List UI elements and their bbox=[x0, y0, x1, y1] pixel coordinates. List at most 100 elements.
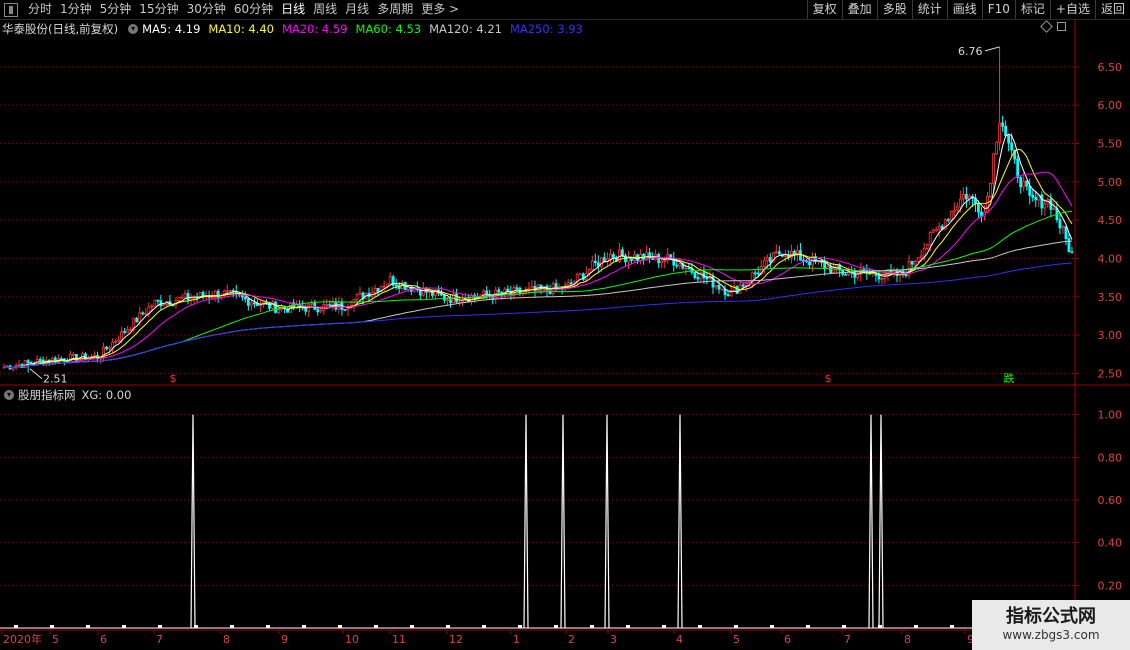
xg-baseline-dot bbox=[230, 625, 234, 628]
price-tick-label: 4.50 bbox=[1098, 214, 1123, 227]
candle-body bbox=[904, 274, 908, 277]
candle-body bbox=[331, 302, 335, 306]
candle-body bbox=[1025, 180, 1029, 187]
candle-body bbox=[228, 289, 232, 292]
candle-body bbox=[1043, 203, 1047, 209]
candle-body bbox=[141, 312, 145, 315]
ma250-line bbox=[3, 262, 1073, 368]
candle-body bbox=[449, 299, 452, 303]
candle-body bbox=[240, 294, 244, 298]
signal-marker: 跌 bbox=[1004, 371, 1015, 385]
candle-body bbox=[756, 272, 760, 275]
indicator-tick-label: 1.00 bbox=[1098, 409, 1123, 422]
xg-baseline-dot bbox=[410, 625, 414, 628]
candle-body bbox=[678, 263, 682, 267]
candle-body bbox=[75, 353, 78, 362]
candle-body bbox=[657, 254, 661, 264]
candle-body bbox=[964, 194, 968, 200]
indicator-tick-label: 0.40 bbox=[1098, 537, 1123, 550]
candle-body bbox=[26, 360, 30, 363]
candle-body bbox=[877, 274, 881, 280]
candle-body bbox=[1019, 176, 1023, 188]
time-tick-label: 11 bbox=[392, 633, 406, 646]
price-tick-label: 5.50 bbox=[1098, 138, 1123, 151]
candle-body bbox=[177, 296, 181, 302]
candle-body bbox=[720, 288, 724, 291]
candle-body bbox=[271, 301, 274, 309]
candle-body bbox=[717, 284, 721, 290]
price-tick-label: 5.00 bbox=[1098, 176, 1123, 189]
candle-body bbox=[249, 302, 253, 306]
xg-baseline-dot bbox=[626, 625, 630, 628]
candle-body bbox=[750, 272, 754, 282]
time-tick-label: 5 bbox=[52, 633, 59, 646]
candle-body bbox=[135, 317, 139, 323]
candle-body bbox=[922, 248, 926, 257]
candle-body bbox=[919, 255, 923, 258]
candle-body bbox=[1058, 219, 1062, 229]
price-tick-label: 6.00 bbox=[1098, 99, 1123, 112]
candle-body bbox=[1010, 142, 1014, 151]
candle-body bbox=[774, 251, 778, 254]
xg-baseline-dot bbox=[554, 625, 558, 628]
candle-body bbox=[246, 298, 250, 306]
time-tick-label: 10 bbox=[345, 633, 359, 646]
candle-body bbox=[1022, 180, 1026, 188]
candle-body bbox=[835, 264, 839, 268]
candle-body bbox=[856, 273, 860, 278]
candle-body bbox=[765, 257, 769, 262]
candle-body bbox=[443, 294, 446, 301]
candle-body bbox=[126, 329, 130, 333]
price-tick-label: 2.50 bbox=[1098, 368, 1123, 381]
watermark: 指标公式网 www.zbgs3.com bbox=[972, 600, 1130, 650]
candle-body bbox=[693, 271, 697, 279]
candle-body bbox=[793, 251, 796, 255]
xg-baseline-dot bbox=[374, 625, 378, 628]
candle-body bbox=[328, 304, 332, 306]
candle-body bbox=[853, 271, 857, 278]
xg-baseline-dot bbox=[446, 625, 450, 628]
candle-body bbox=[958, 198, 962, 208]
xg-baseline-dot bbox=[50, 625, 54, 628]
candle-body bbox=[373, 287, 377, 293]
candle-body bbox=[998, 122, 1001, 143]
candle-body bbox=[17, 364, 21, 366]
candle-body bbox=[343, 309, 347, 311]
candle-body bbox=[916, 257, 920, 262]
candle-body bbox=[316, 309, 320, 313]
candle-body bbox=[593, 260, 597, 264]
candle-body bbox=[527, 287, 531, 290]
candle-body bbox=[928, 232, 932, 245]
candle-body bbox=[1064, 226, 1068, 240]
candle-body bbox=[485, 290, 489, 296]
candle-body bbox=[1034, 196, 1038, 201]
candle-body bbox=[162, 304, 166, 307]
grid-lines bbox=[0, 66, 1075, 586]
indicator-spikes bbox=[0, 414, 1075, 629]
indicator-tick-label: 0.80 bbox=[1098, 451, 1123, 464]
time-tick-label: 12 bbox=[449, 633, 463, 646]
candle-body bbox=[1070, 251, 1074, 254]
xg-signal-spike bbox=[560, 414, 566, 629]
candle-body bbox=[358, 292, 362, 296]
candle-body bbox=[621, 249, 624, 257]
candle-body bbox=[844, 273, 848, 276]
candle-body bbox=[530, 286, 534, 289]
time-tick-label: 8 bbox=[223, 633, 230, 646]
candle-body bbox=[747, 280, 751, 283]
price-tick-label: 4.00 bbox=[1098, 253, 1123, 266]
xg-signal-spike bbox=[868, 414, 874, 629]
candle-body bbox=[120, 331, 124, 341]
candle-body bbox=[1061, 226, 1065, 229]
candle-body bbox=[111, 341, 115, 349]
candle-body bbox=[144, 313, 148, 315]
time-tick-label: 9 bbox=[281, 633, 288, 646]
candle-body bbox=[225, 290, 229, 293]
candle-body bbox=[753, 272, 757, 275]
axes: 2.50 3.00 3.50 4.00 4.50 5.00 5.50 6.00 6.50 0.20… bbox=[0, 20, 1130, 646]
xg-baseline-dot bbox=[662, 625, 666, 628]
time-tick-label: 7 bbox=[844, 633, 851, 646]
candle-body bbox=[446, 299, 449, 302]
candle-body bbox=[138, 312, 142, 323]
chart-canvas[interactable]: 2.50 3.00 3.50 4.00 4.50 5.00 5.50 6.00 6.50 0.20… bbox=[0, 0, 1130, 650]
